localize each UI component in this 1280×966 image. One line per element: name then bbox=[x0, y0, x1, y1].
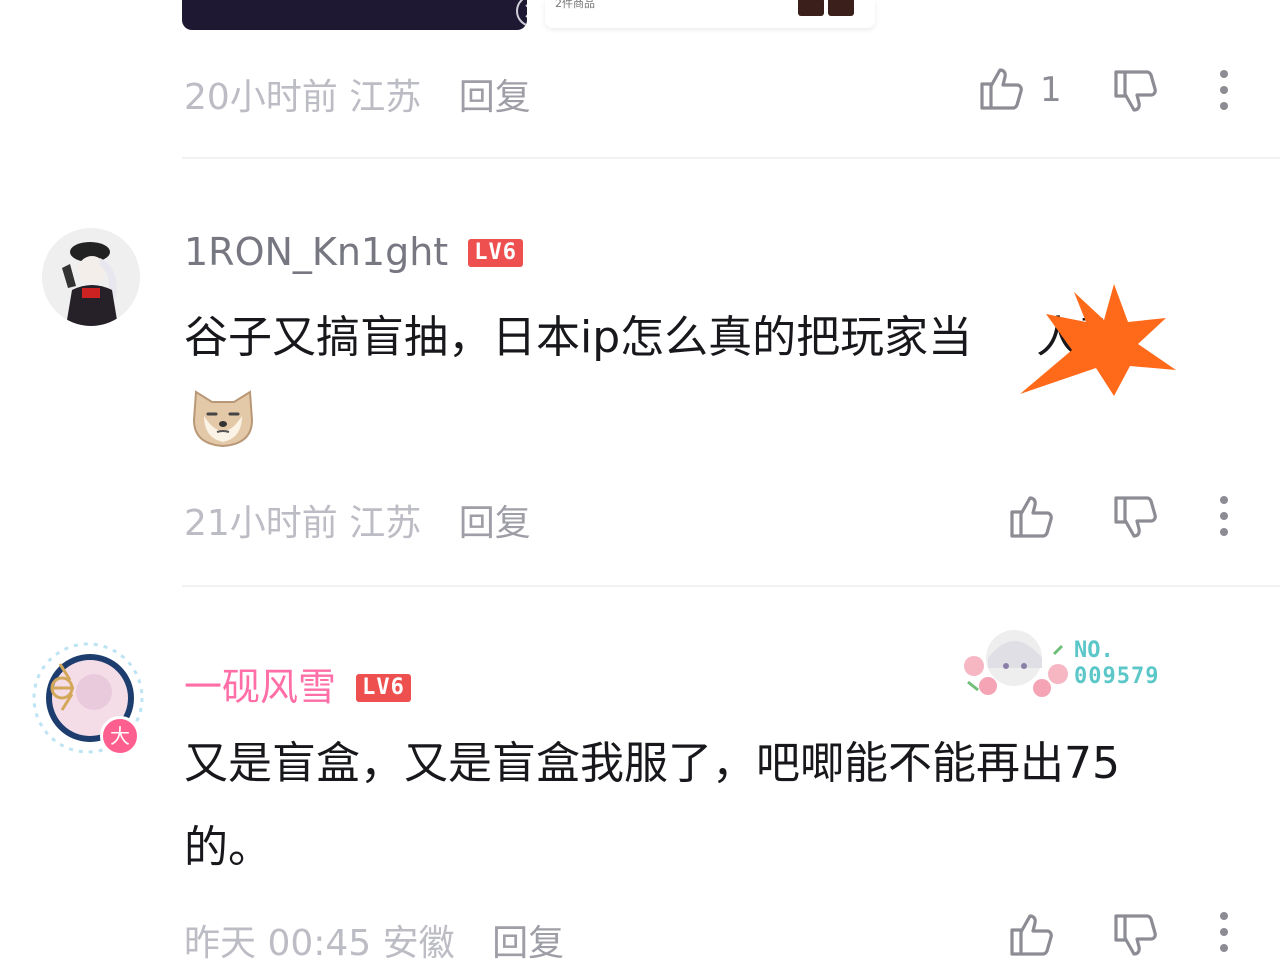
goods-thumbnail bbox=[798, 0, 824, 16]
comment-location: 江苏 bbox=[349, 503, 422, 544]
more-icon bbox=[1220, 912, 1228, 952]
like-button[interactable] bbox=[1006, 490, 1058, 542]
like-button[interactable] bbox=[1006, 908, 1058, 960]
comment-text-line: 又是盲盒，又是盲盒我服了，吧唧能不能再出75 bbox=[184, 738, 1120, 789]
comment-text-line: 谷子又搞盲抽，日本ip怎么真的把玩家当 bbox=[184, 312, 973, 363]
fan-badge-art bbox=[964, 630, 1068, 697]
level-badge: LV6 bbox=[468, 239, 524, 267]
level-badge: LV6 bbox=[356, 674, 411, 702]
comment-time: 20小时前 bbox=[184, 77, 338, 118]
goods-thumbnail bbox=[828, 0, 854, 16]
shiba-emoji-icon bbox=[190, 386, 256, 448]
comment-time: 昨天 00:45 bbox=[184, 923, 372, 964]
reply-button[interactable]: 回复 bbox=[492, 923, 564, 964]
fan-badge-number: 009579 bbox=[1074, 664, 1160, 689]
thumb-down-icon bbox=[1114, 70, 1157, 112]
comment-meta: 20小时前 江苏 回复 bbox=[184, 68, 531, 120]
more-button[interactable] bbox=[1198, 906, 1250, 958]
comment-text: 又是盲盒，又是盲盒我服了，吧唧能不能再出75 的。 bbox=[184, 722, 1244, 890]
dislike-button[interactable] bbox=[1110, 492, 1162, 544]
divider bbox=[182, 157, 1280, 159]
username-text: 1RON_Kn1ght bbox=[184, 230, 449, 274]
comment-location: 安徽 bbox=[382, 923, 455, 964]
comment-text: 谷子又搞盲抽，日本ip怎么真的把玩家当人整 bbox=[184, 296, 1124, 380]
username-text: 一砚风雪 bbox=[184, 665, 337, 709]
thumb-down-icon bbox=[1114, 914, 1157, 956]
reply-button[interactable]: 回复 bbox=[459, 503, 531, 544]
like-count: 1 bbox=[1040, 70, 1062, 110]
comment-text-line: 的。 bbox=[184, 822, 272, 873]
comment-time: 21小时前 bbox=[184, 503, 338, 544]
fan-badge[interactable]: NO. 009579 bbox=[958, 624, 1180, 700]
divider bbox=[182, 585, 1280, 587]
thumb-down-icon bbox=[1114, 496, 1157, 538]
goods-count-label: 2件商品 bbox=[555, 0, 595, 10]
attached-image[interactable] bbox=[182, 0, 527, 30]
dislike-button[interactable] bbox=[1110, 66, 1162, 118]
thumb-up-icon bbox=[1010, 496, 1053, 538]
avatar[interactable] bbox=[42, 228, 140, 326]
like-button[interactable] bbox=[976, 62, 1028, 114]
more-icon bbox=[1220, 70, 1228, 110]
avatar[interactable]: 大 bbox=[30, 640, 148, 758]
avatar-illustration bbox=[42, 228, 140, 326]
dislike-button[interactable] bbox=[1110, 910, 1162, 962]
more-button[interactable] bbox=[1198, 490, 1250, 542]
comment-meta: 昨天 00:45 安徽 回复 bbox=[184, 914, 564, 966]
avatar-tag: 大 bbox=[100, 716, 140, 756]
reply-button[interactable]: 回复 bbox=[459, 77, 531, 118]
goods-card[interactable]: 2件商品 bbox=[545, 0, 875, 28]
more-icon bbox=[1220, 496, 1228, 536]
more-button[interactable] bbox=[1198, 64, 1250, 116]
close-icon[interactable] bbox=[515, 0, 527, 28]
comment-location: 江苏 bbox=[349, 77, 422, 118]
thumb-up-icon bbox=[980, 68, 1023, 110]
fan-badge-prefix: NO. bbox=[1074, 638, 1114, 663]
censor-star-icon bbox=[1020, 284, 1176, 396]
username[interactable]: 一砚风雪 LV6 bbox=[184, 656, 411, 711]
thumb-up-icon bbox=[1010, 914, 1053, 956]
username[interactable]: 1RON_Kn1ght LV6 bbox=[184, 230, 524, 274]
comment-meta: 21小时前 江苏 回复 bbox=[184, 494, 531, 546]
